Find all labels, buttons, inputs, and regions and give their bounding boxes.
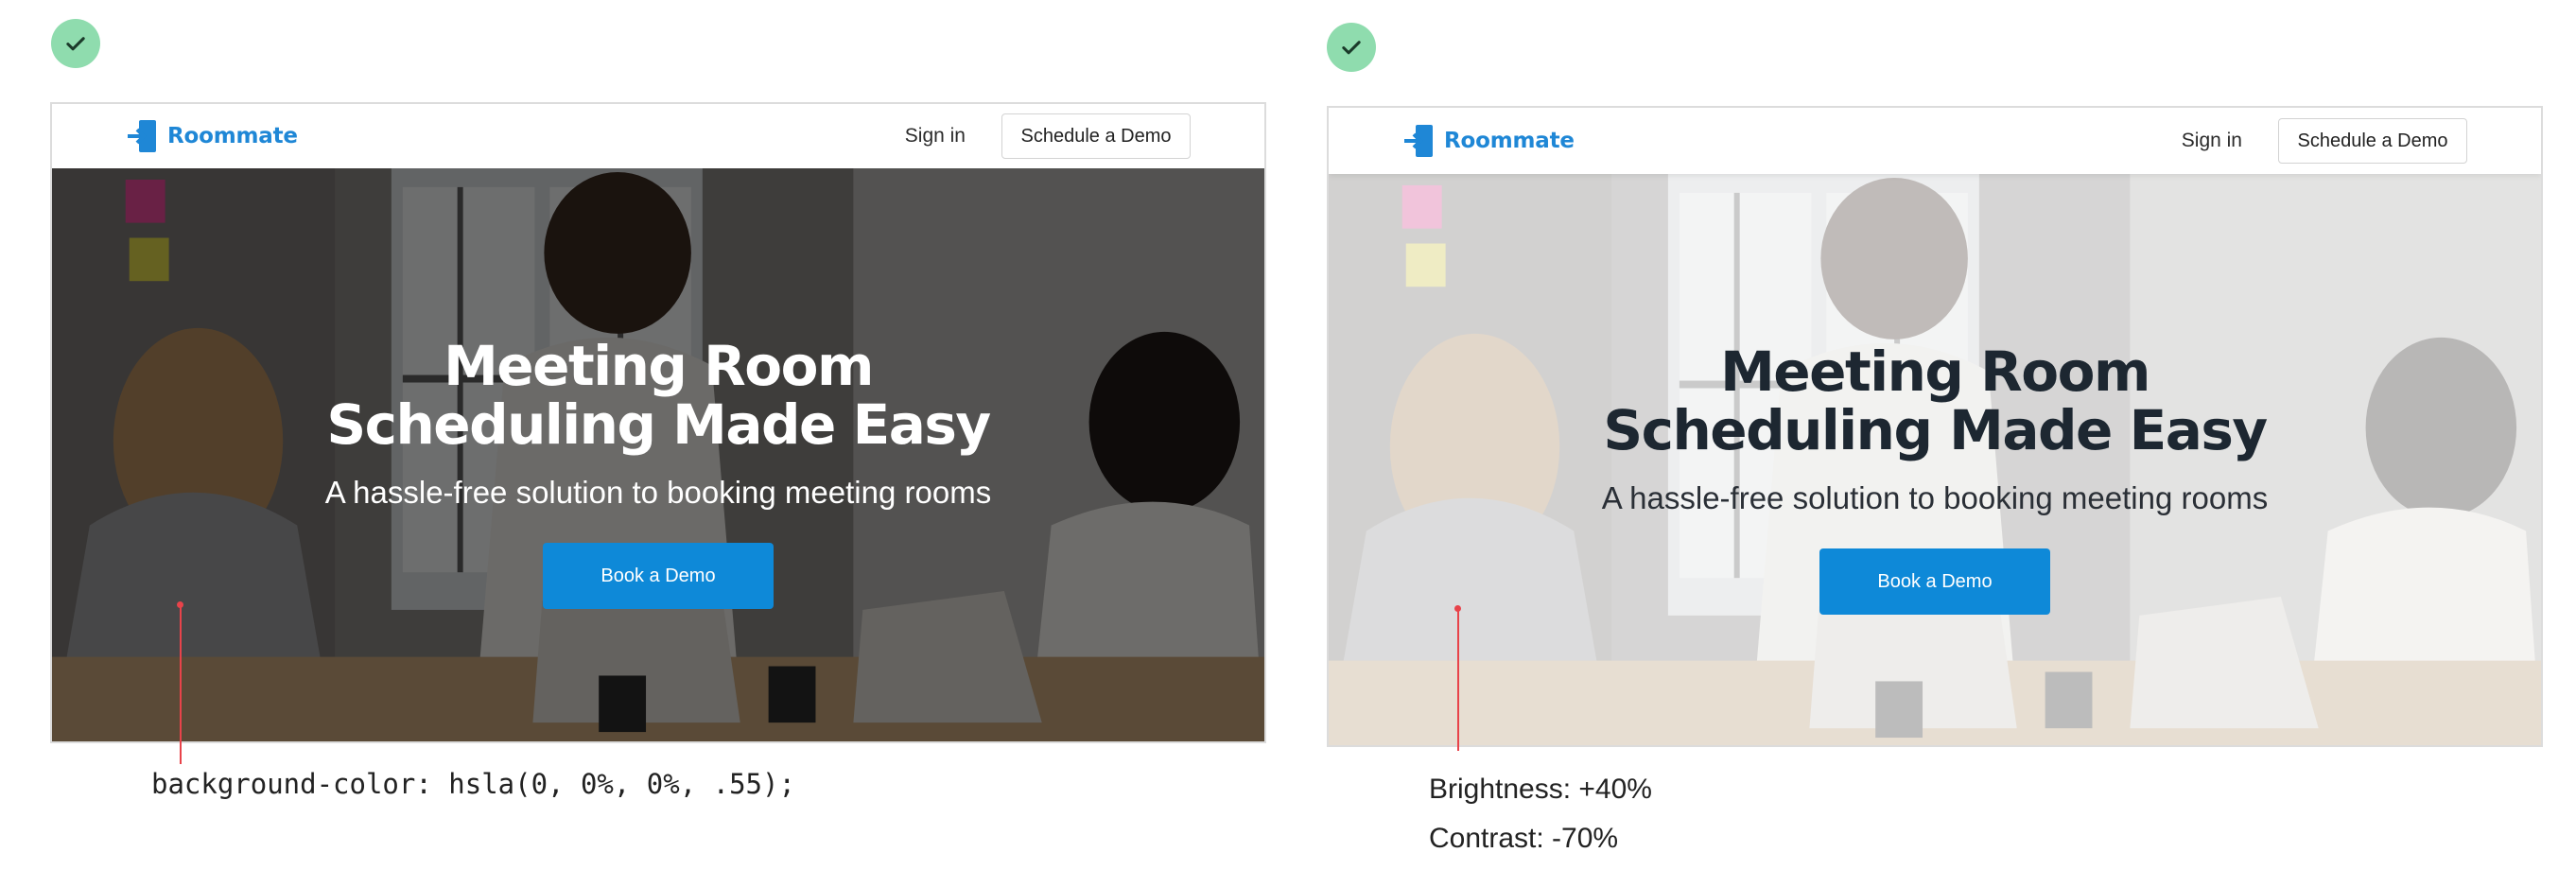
hero-subtitle: A hassle-free solution to booking meetin… bbox=[324, 475, 992, 510]
annotation-pointer-line bbox=[180, 605, 182, 764]
example-panel-brightness-contrast: Roommate Sign in Schedule a Demo Meeting… bbox=[1327, 106, 2543, 747]
brand-logo[interactable]: Roommate bbox=[126, 118, 298, 154]
signin-link[interactable]: Sign in bbox=[2182, 130, 2242, 152]
checkmark-icon bbox=[51, 19, 100, 68]
hero-title: Meeting Room Scheduling Made Easy bbox=[1603, 339, 2268, 462]
site-navbar: Roommate Sign in Schedule a Demo bbox=[52, 104, 1264, 168]
brightness-caption: Brightness: +40% bbox=[1429, 774, 1652, 805]
site-navbar: Roommate Sign in Schedule a Demo bbox=[1329, 108, 2541, 174]
hero-section: Meeting Room Scheduling Made Easy A hass… bbox=[1329, 174, 2541, 745]
signin-link[interactable]: Sign in bbox=[905, 125, 966, 148]
hero-content: Meeting Room Scheduling Made Easy A hass… bbox=[1329, 342, 2541, 615]
contrast-caption: Contrast: -70% bbox=[1429, 823, 1619, 854]
door-enter-icon bbox=[1404, 125, 1433, 157]
hero-title: Meeting Room Scheduling Made Easy bbox=[326, 334, 991, 457]
annotation-pointer-line bbox=[1457, 609, 1459, 751]
hero-section: Meeting Room Scheduling Made Easy A hass… bbox=[52, 168, 1264, 741]
brand-name: Roommate bbox=[167, 124, 298, 148]
example-panel-dark-overlay: Roommate Sign in Schedule a Demo Meeting… bbox=[50, 102, 1266, 743]
book-demo-button[interactable]: Book a Demo bbox=[543, 543, 774, 609]
brand-logo[interactable]: Roommate bbox=[1402, 123, 1575, 159]
hero-subtitle: A hassle-free solution to booking meetin… bbox=[1601, 480, 2269, 515]
door-enter-icon bbox=[128, 120, 156, 152]
overlay-css-caption: background-color: hsla(0, 0%, 0%, .55); bbox=[151, 768, 795, 800]
hero-content: Meeting Room Scheduling Made Easy A hass… bbox=[52, 337, 1264, 609]
schedule-demo-button[interactable]: Schedule a Demo bbox=[1001, 113, 1191, 159]
book-demo-button[interactable]: Book a Demo bbox=[1819, 548, 2050, 615]
checkmark-icon bbox=[1327, 23, 1376, 72]
schedule-demo-button[interactable]: Schedule a Demo bbox=[2278, 118, 2467, 164]
brand-name: Roommate bbox=[1444, 129, 1575, 153]
